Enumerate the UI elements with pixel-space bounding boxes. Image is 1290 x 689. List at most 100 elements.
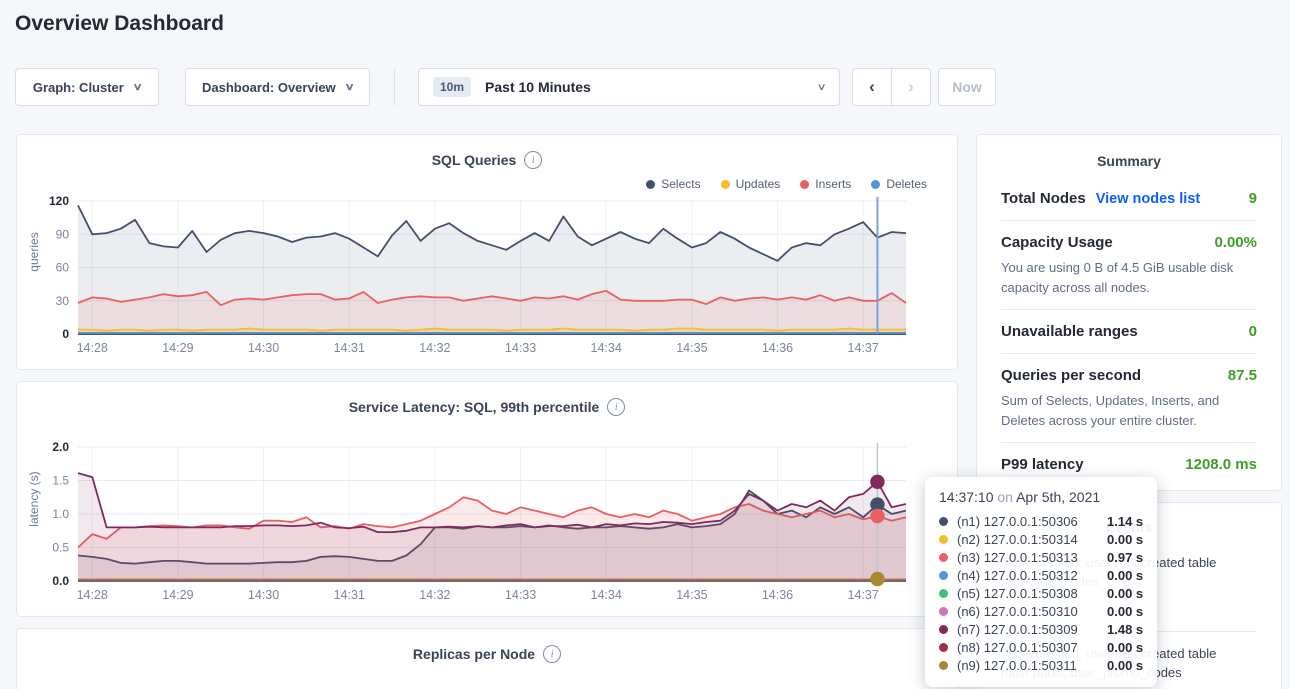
- svg-text:30: 30: [56, 294, 70, 308]
- tooltip-row: (n9) 127.0.0.1:503110.00 s: [939, 656, 1147, 674]
- svg-text:14:28: 14:28: [77, 341, 108, 355]
- node-color-dot: [939, 625, 948, 634]
- sql-queries-title: SQL Queries: [432, 152, 517, 168]
- node-label: (n4) 127.0.0.1:50312: [957, 568, 1107, 583]
- chevron-right-icon: ›: [908, 77, 914, 97]
- legend-dot: [646, 180, 655, 189]
- legend-label: Selects: [661, 177, 700, 191]
- total-nodes-label: Total Nodes: [1001, 190, 1086, 207]
- info-icon[interactable]: i: [543, 645, 561, 663]
- svg-text:14:30: 14:30: [248, 588, 279, 602]
- node-value: 1.14 s: [1107, 514, 1143, 529]
- total-nodes-value: 9: [1249, 190, 1257, 207]
- svg-text:90: 90: [56, 227, 70, 241]
- p99-latency-value: 1208.0 ms: [1185, 456, 1257, 473]
- node-label: (n3) 127.0.0.1:50313: [957, 550, 1107, 565]
- summary-title: Summary: [1001, 153, 1257, 169]
- node-value: 0.00 s: [1107, 640, 1143, 655]
- service-latency-title-row: Service Latency: SQL, 99th percentile i: [17, 398, 957, 416]
- qps-value: 87.5: [1228, 367, 1257, 384]
- svg-text:14:32: 14:32: [419, 588, 450, 602]
- legend-item-inserts[interactable]: Inserts: [800, 177, 851, 191]
- view-nodes-list-link[interactable]: View nodes list: [1096, 191, 1201, 207]
- node-value: 1.48 s: [1107, 622, 1143, 637]
- chart-hover-tooltip: 14:37:10 on Apr 5th, 2021 (n1) 127.0.0.1…: [925, 477, 1157, 687]
- info-icon[interactable]: i: [607, 398, 625, 416]
- svg-text:14:35: 14:35: [676, 341, 707, 355]
- dashboard-dropdown[interactable]: Dashboard: Overview ∨: [185, 68, 370, 106]
- svg-text:1.0: 1.0: [52, 507, 69, 521]
- node-label: (n8) 127.0.0.1:50307: [957, 640, 1107, 655]
- svg-text:14:35: 14:35: [676, 588, 707, 602]
- service-latency-chart[interactable]: 14:2814:2914:3014:3114:3214:3314:3414:35…: [17, 438, 959, 616]
- node-value: 0.00 s: [1107, 568, 1143, 583]
- page-title: Overview Dashboard: [15, 12, 224, 36]
- node-value: 0.97 s: [1107, 550, 1143, 565]
- node-color-dot: [939, 643, 948, 652]
- svg-text:0.5: 0.5: [52, 541, 69, 555]
- node-color-dot: [939, 571, 948, 580]
- legend-dot: [800, 180, 809, 189]
- tooltip-row: (n7) 127.0.0.1:503091.48 s: [939, 620, 1147, 638]
- replicas-per-node-panel: Replicas per Node i: [16, 628, 958, 689]
- sql-legend: Selects Updates Inserts Deletes: [646, 177, 927, 191]
- time-next-button[interactable]: ›: [891, 68, 931, 106]
- now-button-label: Now: [952, 79, 982, 95]
- node-label: (n7) 127.0.0.1:50309: [957, 622, 1107, 637]
- svg-text:14:36: 14:36: [762, 341, 793, 355]
- node-value: 0.00 s: [1107, 658, 1143, 673]
- tooltip-row: (n1) 127.0.0.1:503061.14 s: [939, 512, 1147, 530]
- controls-divider: [394, 68, 395, 106]
- p99-latency-label: P99 latency: [1001, 456, 1084, 473]
- svg-text:14:34: 14:34: [591, 588, 622, 602]
- unavailable-ranges-value: 0: [1249, 323, 1257, 340]
- capacity-usage-subtext: You are using 0 B of 4.5 GiB usable disk…: [1001, 258, 1257, 297]
- node-color-dot: [939, 589, 948, 598]
- summary-row-unavailable-ranges: Unavailable ranges 0: [1001, 310, 1257, 353]
- tooltip-row: (n2) 127.0.0.1:503140.00 s: [939, 530, 1147, 548]
- qps-subtext: Sum of Selects, Updates, Inserts, and De…: [1001, 391, 1257, 430]
- svg-text:14:29: 14:29: [162, 588, 193, 602]
- chevron-down-icon: ∨: [816, 82, 826, 93]
- graph-dropdown[interactable]: Graph: Cluster ∨: [15, 68, 159, 106]
- time-prev-button[interactable]: ‹: [852, 68, 892, 106]
- info-icon[interactable]: i: [524, 151, 542, 169]
- svg-text:14:37: 14:37: [848, 588, 879, 602]
- now-button[interactable]: Now: [938, 68, 996, 106]
- node-color-dot: [939, 661, 948, 670]
- svg-text:14:33: 14:33: [505, 588, 536, 602]
- tooltip-row: (n6) 127.0.0.1:503100.00 s: [939, 602, 1147, 620]
- legend-dot: [721, 180, 730, 189]
- legend-item-deletes[interactable]: Deletes: [871, 177, 927, 191]
- node-color-dot: [939, 535, 948, 544]
- summary-row-total-nodes: Total Nodes View nodes list 9: [1001, 177, 1257, 220]
- tooltip-row: (n8) 127.0.0.1:503070.00 s: [939, 638, 1147, 656]
- node-color-dot: [939, 517, 948, 526]
- legend-item-selects[interactable]: Selects: [646, 177, 700, 191]
- time-range-selector[interactable]: 10m Past 10 Minutes ∨: [418, 68, 840, 106]
- chevron-down-icon: ∨: [132, 82, 142, 93]
- capacity-usage-label: Capacity Usage: [1001, 234, 1113, 251]
- legend-label: Deletes: [886, 177, 927, 191]
- overview-dashboard-page: Overview Dashboard Graph: Cluster ∨ Dash…: [0, 0, 1290, 689]
- legend-label: Updates: [736, 177, 781, 191]
- tooltip-row: (n3) 127.0.0.1:503130.97 s: [939, 548, 1147, 566]
- dashboard-dropdown-label: Dashboard: Overview: [202, 80, 336, 95]
- node-label: (n6) 127.0.0.1:50310: [957, 604, 1107, 619]
- qps-label: Queries per second: [1001, 367, 1141, 384]
- sql-queries-title-row: SQL Queries i: [17, 151, 957, 169]
- replicas-title: Replicas per Node: [413, 646, 535, 662]
- sql-queries-chart[interactable]: 14:2814:2914:3014:3114:3214:3314:3414:35…: [17, 191, 959, 369]
- time-range-label: Past 10 Minutes: [485, 79, 591, 95]
- node-value: 0.00 s: [1107, 586, 1143, 601]
- svg-text:120: 120: [49, 194, 69, 208]
- svg-text:14:34: 14:34: [591, 341, 622, 355]
- svg-text:14:33: 14:33: [505, 341, 536, 355]
- service-latency-title: Service Latency: SQL, 99th percentile: [349, 399, 600, 415]
- svg-text:0: 0: [62, 327, 69, 341]
- tooltip-time: 14:37:10: [939, 489, 994, 505]
- tooltip-on: on: [997, 489, 1013, 505]
- legend-item-updates[interactable]: Updates: [721, 177, 781, 191]
- graph-dropdown-label: Graph: Cluster: [33, 80, 124, 95]
- service-latency-panel: Service Latency: SQL, 99th percentile i …: [16, 381, 958, 617]
